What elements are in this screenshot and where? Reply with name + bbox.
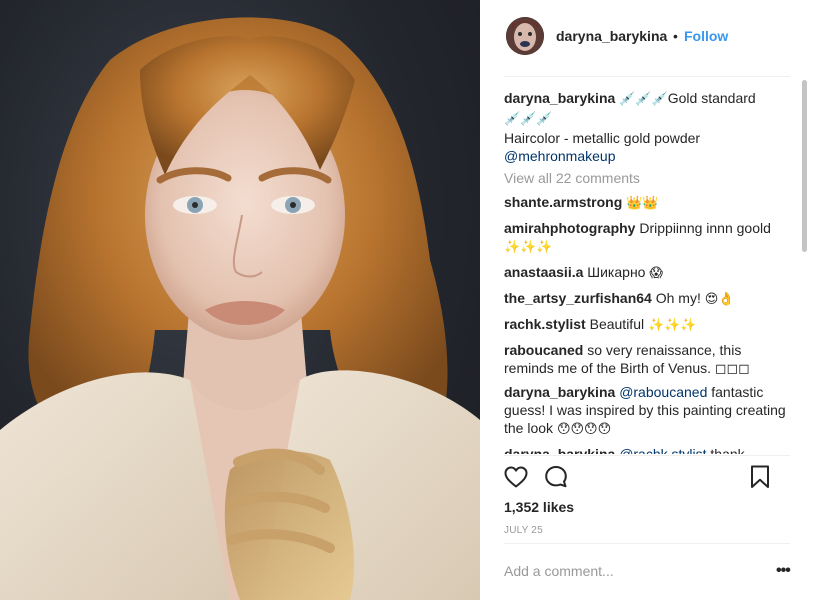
action-bar — [504, 464, 774, 492]
comment-username[interactable]: daryna_barykina — [504, 384, 615, 400]
comment-mention[interactable]: @rachk.stylist — [619, 446, 706, 454]
divider — [504, 455, 790, 456]
caption-username[interactable]: daryna_barykina — [504, 90, 615, 106]
comments-scrollbar[interactable] — [800, 78, 807, 454]
comment: the_artsy_zurfishan64 Oh my! 😍👌 — [504, 289, 794, 309]
comment: amirahphotography Drippiinng innn goold … — [504, 219, 794, 257]
avatar[interactable] — [506, 17, 544, 55]
comment: anastaasii.a Шикарно 😱 — [504, 263, 794, 283]
post-date[interactable]: JULY 25 — [504, 525, 543, 536]
heart-eyes-ok-emoji: 😍👌 — [704, 292, 735, 307]
divider — [504, 543, 790, 544]
comment: daryna_barykina @rachk.stylist thank — [504, 445, 794, 454]
instagram-post: daryna_barykina • Follow daryna_barykina… — [0, 0, 813, 600]
comment: rachk.stylist Beautiful ✨✨✨ — [504, 315, 794, 335]
comment-username[interactable]: anastaasii.a — [504, 264, 583, 280]
avatar-image — [506, 17, 544, 55]
comment-username[interactable]: rachk.stylist — [504, 316, 586, 332]
portrait-image — [0, 17, 480, 600]
caption: daryna_barykina 💉💉💉Gold standard 💉💉💉 Hai… — [504, 89, 794, 165]
comment: daryna_barykina @raboucaned fantastic gu… — [504, 383, 794, 439]
syringe-emoji: 💉💉💉 — [504, 112, 553, 127]
comments-list[interactable]: daryna_barykina 💉💉💉Gold standard 💉💉💉 Hai… — [504, 86, 794, 454]
comment: shante.armstrong 👑👑 — [504, 193, 794, 213]
header-username[interactable]: daryna_barykina — [556, 28, 667, 44]
comment-username[interactable]: amirahphotography — [504, 220, 635, 236]
hushed-emoji: 😯😯😯😯 — [556, 422, 612, 437]
comment-text: thank — [710, 446, 745, 454]
comment-text: Шикарно — [587, 264, 646, 280]
more-options-icon[interactable]: ••• — [776, 562, 791, 580]
caption-text: Gold standard — [667, 90, 756, 106]
comment-username[interactable]: daryna_barykina — [504, 446, 615, 454]
comment-text: Beautiful — [589, 316, 645, 332]
divider — [504, 76, 790, 77]
caption-mention[interactable]: @mehronmakeup — [504, 148, 616, 164]
post-header: daryna_barykina • Follow — [480, 0, 813, 76]
comment-username[interactable]: raboucaned — [504, 342, 583, 358]
sparkles-emoji: ✨✨✨ — [504, 240, 553, 255]
scream-emoji: 😱 — [649, 266, 663, 281]
like-count[interactable]: 1,352 likes — [504, 499, 574, 515]
post-side-panel: daryna_barykina • Follow daryna_barykina… — [480, 0, 813, 600]
comment-text: Oh my! — [655, 290, 701, 306]
add-comment-input[interactable] — [504, 560, 764, 582]
follow-button[interactable]: Follow — [684, 28, 728, 44]
post-photo[interactable] — [0, 0, 480, 600]
comment-username[interactable]: the_artsy_zurfishan64 — [504, 290, 652, 306]
bookmark-icon[interactable] — [750, 465, 770, 494]
comment-text: Drippiinng innn goold — [639, 220, 771, 236]
caption-text: Haircolor - metallic gold powder — [504, 130, 701, 146]
comment-mention[interactable]: @raboucaned — [619, 384, 707, 400]
sparkles-emoji: ✨✨✨ — [647, 318, 697, 333]
syringe-emoji: 💉💉💉 — [619, 92, 668, 107]
scrollbar-thumb[interactable] — [802, 80, 807, 252]
heart-icon[interactable] — [504, 466, 528, 493]
comment-icon[interactable] — [544, 465, 568, 494]
header-separator: • — [673, 28, 678, 44]
comment-username[interactable]: shante.armstrong — [504, 194, 622, 210]
view-all-comments-link[interactable]: View all 22 comments — [504, 169, 794, 187]
crown-emoji: 👑👑 — [626, 196, 659, 211]
comment: raboucaned so very renaissance, this rem… — [504, 341, 794, 377]
